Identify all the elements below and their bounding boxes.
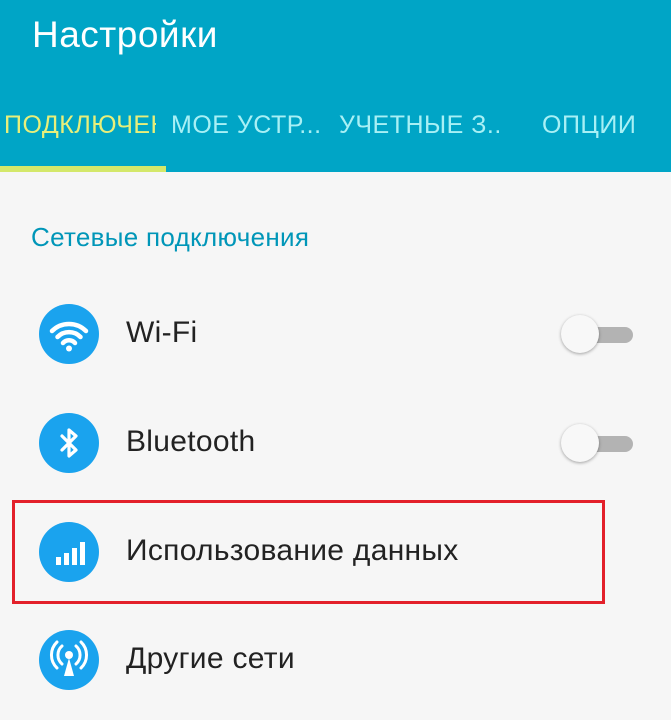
settings-item-data-usage[interactable]: Использование данных [0,498,671,606]
wifi-toggle-thumb [561,315,599,353]
settings-item-wifi[interactable]: Wi-Fi [0,280,671,388]
page-title: Настройки [32,14,218,55]
wifi-toggle[interactable] [561,315,635,355]
settings-item-bluetooth[interactable]: Bluetooth [0,389,671,497]
antenna-icon [39,630,99,690]
wifi-icon [39,304,99,364]
bluetooth-label: Bluetooth [126,425,256,458]
wifi-label: Wi-Fi [126,316,198,349]
data-usage-icon [39,522,99,582]
tab-my-device[interactable]: МОЕ УСТР... [171,111,319,140]
bluetooth-toggle-thumb [561,424,599,462]
bluetooth-icon [39,413,99,473]
app-bar: Настройки ПОДКЛЮЧЕНИЯ МОЕ УСТР... УЧЕТНЫ… [0,0,671,172]
tab-accounts[interactable]: УЧЕТНЫЕ З... [339,111,499,140]
bluetooth-toggle[interactable] [561,424,635,464]
section-header: Сетевые подключения [31,222,310,252]
data-usage-label: Использование данных [126,534,459,567]
other-networks-label: Другие сети [126,642,295,675]
tab-options[interactable]: ОПЦИИ [542,111,642,140]
tab-connections[interactable]: ПОДКЛЮЧЕНИЯ [4,111,156,140]
settings-item-other-networks[interactable]: Другие сети [0,606,671,714]
active-tab-indicator [0,166,166,172]
